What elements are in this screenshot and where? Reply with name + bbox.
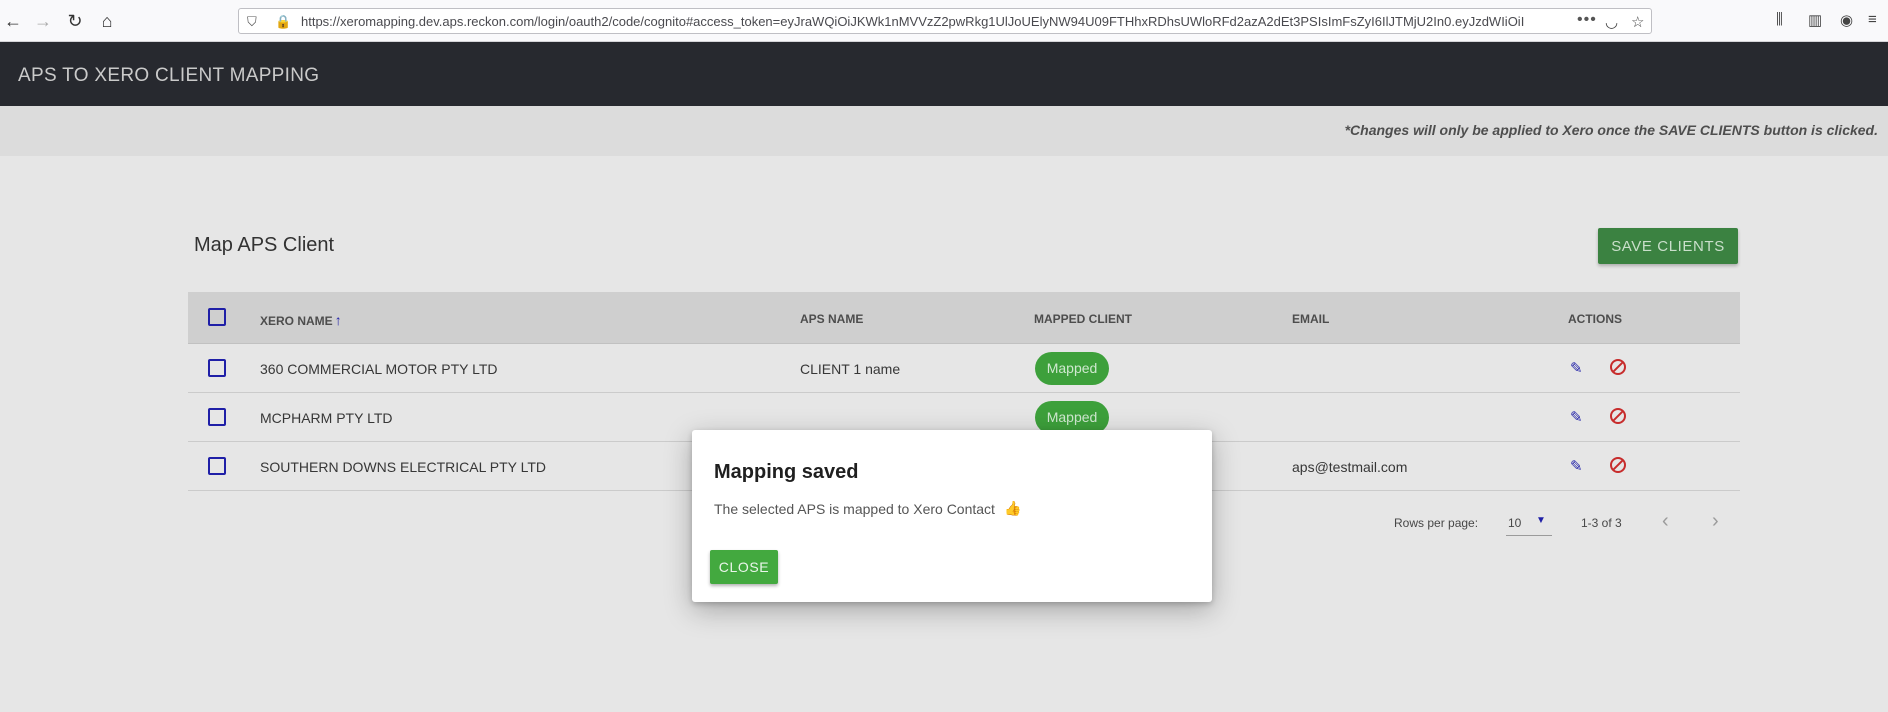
forward-icon[interactable]: → xyxy=(32,10,54,32)
reload-icon[interactable]: ↻ xyxy=(64,10,86,32)
address-bar[interactable]: ⛉ 🔒 https://xeromapping.dev.aps.reckon.c… xyxy=(238,8,1652,34)
page-actions-icon[interactable]: ••• xyxy=(1577,11,1597,29)
library-icon[interactable]: ⫼ xyxy=(1776,11,1783,28)
mapping-saved-dialog: Mapping saved The selected APS is mapped… xyxy=(692,430,1212,602)
dialog-message: The selected APS is mapped to Xero Conta… xyxy=(714,501,995,517)
bookmark-star-icon[interactable]: ☆ xyxy=(1631,13,1644,31)
menu-icon[interactable]: ≡ xyxy=(1868,11,1877,28)
modal-backdrop[interactable] xyxy=(0,42,1888,712)
thumbs-up-icon: 👍 xyxy=(1004,500,1022,516)
dialog-title: Mapping saved xyxy=(714,461,859,483)
close-button[interactable]: CLOSE xyxy=(710,550,778,584)
home-icon[interactable]: ⌂ xyxy=(96,10,118,32)
account-icon[interactable]: ◉ xyxy=(1840,11,1853,29)
back-icon[interactable]: ← xyxy=(2,10,24,32)
lock-icon[interactable]: 🔒 xyxy=(275,14,291,30)
pocket-icon[interactable]: ◡ xyxy=(1605,13,1618,31)
shield-icon[interactable]: ⛉ xyxy=(247,14,257,30)
sidebar-icon[interactable]: ▥ xyxy=(1808,11,1822,29)
url-text[interactable]: https://xeromapping.dev.aps.reckon.com/l… xyxy=(301,14,1541,29)
browser-toolbar: ← → ↻ ⌂ ⛉ 🔒 https://xeromapping.dev.aps.… xyxy=(0,0,1888,42)
